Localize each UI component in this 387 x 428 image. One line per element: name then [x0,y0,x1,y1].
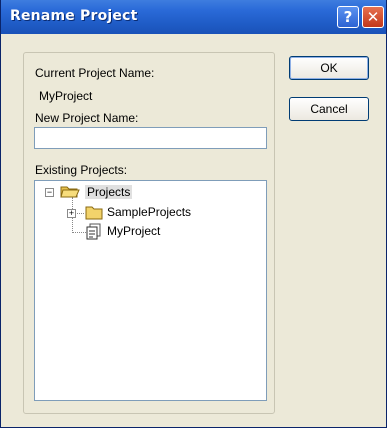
project-file-icon [86,223,101,240]
cancel-button[interactable]: Cancel [289,97,369,121]
existing-projects-tree[interactable]: − Projects + SampleProjects MyProject [34,180,267,401]
tree-node-label: MyProject [107,224,161,238]
tree-connector [72,232,86,233]
folder-icon [85,206,103,220]
window-title: Rename Project [10,8,138,24]
close-button[interactable]: ✕ [362,6,384,28]
rename-project-dialog: Rename Project ? ✕ Current Project Name:… [0,0,387,428]
ok-button[interactable]: OK [289,56,369,80]
tree-node-label: Projects [85,185,133,199]
title-bar[interactable]: Rename Project ? ✕ [1,0,386,34]
tree-node-label: SampleProjects [107,205,192,219]
current-project-name-label: Current Project Name: [35,66,155,80]
expand-icon[interactable]: + [67,209,76,218]
help-button[interactable]: ? [337,6,359,28]
help-icon: ? [343,8,353,26]
new-project-name-input[interactable] [34,127,267,149]
current-project-name-value: MyProject [39,89,93,103]
open-folder-icon [60,186,80,198]
close-icon: ✕ [366,8,380,26]
new-project-name-label: New Project Name: [35,111,139,125]
existing-projects-label: Existing Projects: [35,163,128,177]
collapse-icon[interactable]: − [45,188,54,197]
